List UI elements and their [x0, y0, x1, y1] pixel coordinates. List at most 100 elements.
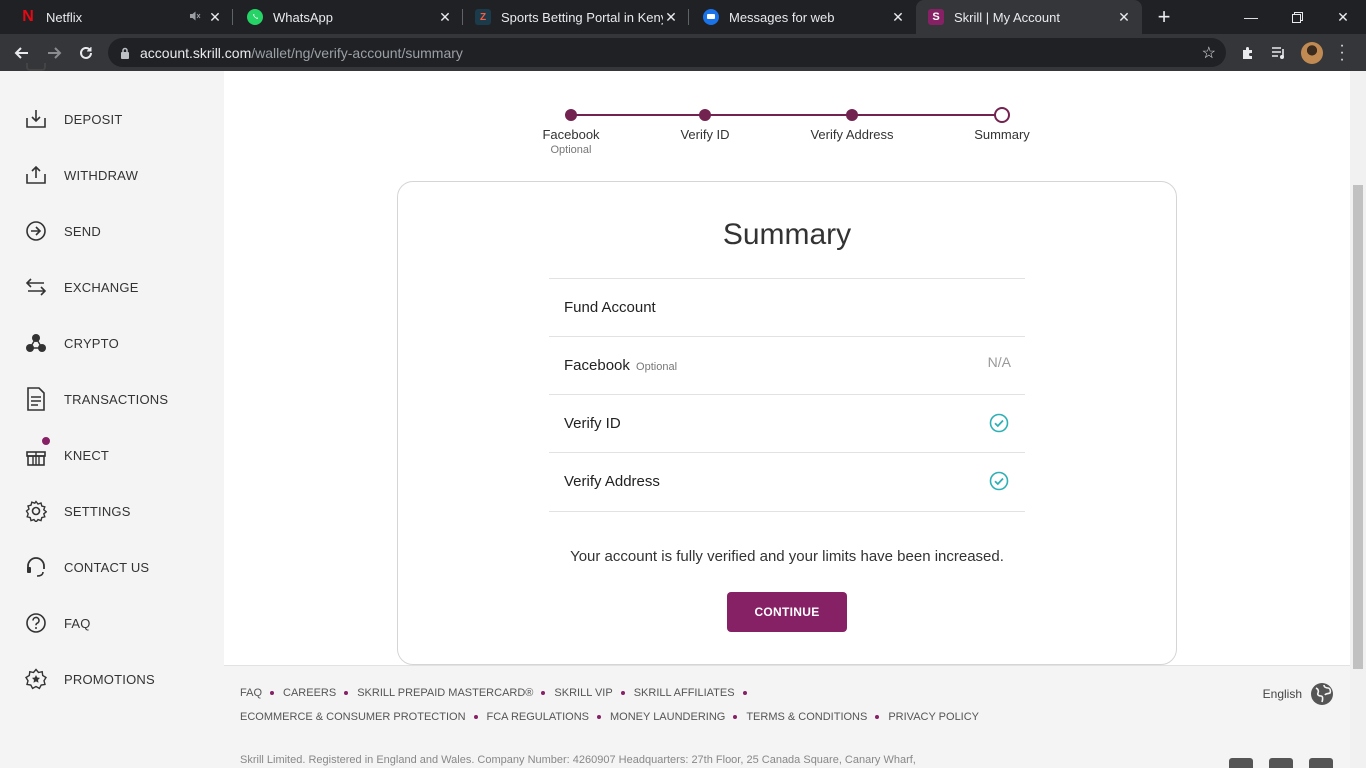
scrollbar-thumb[interactable]	[1353, 185, 1363, 669]
footer-links-row-1: FAQ CAREERS SKRILL PREPAID MASTERCARD® S…	[240, 687, 756, 699]
close-window-button[interactable]: ✕	[1320, 0, 1366, 34]
extensions-puzzle-icon[interactable]	[1236, 41, 1260, 65]
sidebar-item-label: WITHDRAW	[64, 167, 139, 183]
close-tab-icon[interactable]: ✕	[890, 9, 906, 26]
sidebar-item-crypto[interactable]: CRYPTO	[0, 323, 224, 363]
summary-row-fund-account: Fund Account	[549, 278, 1025, 336]
gear-icon	[24, 499, 48, 523]
twitter-icon[interactable]	[1269, 758, 1293, 768]
sidebar-item-label: CONTACT US	[64, 559, 150, 575]
whatsapp-icon	[247, 9, 263, 25]
footer-link-skrill-vip[interactable]: SKRILL VIP	[554, 687, 612, 699]
bookmark-star-icon[interactable]: ☆	[1202, 43, 1216, 63]
footer-link-affiliates[interactable]: SKRILL AFFILIATES	[634, 687, 735, 699]
minimize-button[interactable]: —	[1228, 0, 1274, 34]
footer-link-prepaid-mastercard[interactable]: SKRILL PREPAID MASTERCARD®	[357, 687, 533, 699]
step-label-summary: Summary	[974, 127, 1030, 142]
tab-whatsapp[interactable]: WhatsApp ✕	[233, 0, 463, 34]
deposit-icon	[24, 107, 48, 131]
step-dot-facebook	[565, 109, 577, 121]
summary-row-verify-id: Verify ID	[549, 394, 1025, 452]
sidebar-item-label: PROMOTIONS	[64, 671, 155, 687]
check-circle-icon	[989, 413, 1009, 433]
footer-link-faq[interactable]: FAQ	[240, 687, 262, 699]
footer-links-row-2: ECOMMERCE & CONSUMER PROTECTION FCA REGU…	[240, 711, 987, 723]
step-label-verify-id: Verify ID	[680, 127, 730, 142]
tab-skrill-account[interactable]: S Skrill | My Account ✕	[916, 0, 1142, 34]
sidebar-item-label: DEPOSIT	[64, 111, 123, 127]
exchange-icon	[24, 275, 48, 299]
close-tab-icon[interactable]: ✕	[1116, 9, 1132, 26]
sidebar-item-label: SEND	[64, 223, 101, 239]
sidebar-item-label: TRANSACTIONS	[64, 391, 169, 407]
language-selector[interactable]: English	[1263, 682, 1334, 706]
new-tab-button[interactable]: +	[1152, 6, 1176, 28]
tab-title: Netflix	[46, 9, 83, 25]
profile-avatar[interactable]	[1301, 42, 1323, 64]
footer-link-terms[interactable]: TERMS & CONDITIONS	[746, 711, 867, 723]
sidebar-item-faq[interactable]: FAQ	[0, 603, 224, 643]
continue-button[interactable]: CONTINUE	[727, 592, 847, 632]
step-label-verify-address: Verify Address	[810, 127, 894, 142]
speaker-muted-icon[interactable]	[189, 10, 201, 25]
step-dot-summary	[994, 107, 1010, 123]
footer-link-fca-regulations[interactable]: FCA REGULATIONS	[487, 711, 589, 723]
reload-button[interactable]	[73, 40, 99, 66]
instagram-icon[interactable]	[1309, 758, 1333, 768]
summary-row-verify-address: Verify Address	[549, 452, 1025, 510]
sidebar-item-settings[interactable]: SETTINGS	[0, 491, 224, 531]
check-circle-icon	[989, 471, 1009, 491]
sidebar-item-send[interactable]: SEND	[0, 211, 224, 251]
globe-icon	[1311, 683, 1333, 705]
sidebar-item-deposit[interactable]: DEPOSIT	[0, 99, 224, 139]
withdraw-icon	[24, 163, 48, 187]
row-label-text: Facebook	[564, 357, 630, 374]
verification-message: Your account is fully verified and your …	[570, 548, 1004, 565]
question-icon	[24, 611, 48, 635]
address-bar[interactable]: account.skrill.com/wallet/ng/verify-acco…	[108, 38, 1226, 67]
footer-link-privacy[interactable]: PRIVACY POLICY	[888, 711, 979, 723]
tab-netflix[interactable]: N Netflix ✕	[0, 0, 233, 34]
sidebar-item-label: EXCHANGE	[64, 279, 139, 295]
footer-link-careers[interactable]: CAREERS	[283, 687, 336, 699]
step-dot-verify-address	[846, 109, 858, 121]
facebook-icon[interactable]	[1229, 758, 1253, 768]
tab-title: Sports Betting Portal in Kenya	[501, 9, 663, 25]
tab-title: Messages for web	[729, 9, 835, 25]
headset-icon	[24, 555, 48, 579]
tab-sports-betting[interactable]: Z Sports Betting Portal in Kenya ✕	[463, 0, 689, 34]
step-label-facebook: Facebook	[542, 127, 600, 142]
close-tab-icon[interactable]: ✕	[207, 9, 223, 26]
sidebar-item-label: FAQ	[64, 615, 91, 631]
footer-link-ecommerce-protection[interactable]: ECOMMERCE & CONSUMER PROTECTION	[240, 711, 466, 723]
page-scrollbar[interactable]	[1350, 71, 1366, 768]
tab-title: Skrill | My Account	[954, 9, 1060, 25]
restore-button[interactable]	[1274, 0, 1320, 34]
sidebar-nav: DEPOSIT WITHDRAW SEND EXCHANGE CRYPTO TR…	[0, 63, 224, 768]
sidebar-item-contact-us[interactable]: CONTACT US	[0, 547, 224, 587]
star-badge-icon	[24, 667, 48, 691]
netflix-icon: N	[22, 8, 34, 25]
sidebar-item-promotions[interactable]: PROMOTIONS	[0, 659, 224, 699]
row-label: Facebook Optional	[564, 357, 677, 374]
tab-title: WhatsApp	[273, 9, 333, 25]
sidebar-item-exchange[interactable]: EXCHANGE	[0, 267, 224, 307]
lock-icon[interactable]	[120, 47, 130, 59]
close-tab-icon[interactable]: ✕	[437, 9, 453, 26]
url-text: account.skrill.com/wallet/ng/verify-acco…	[140, 45, 463, 61]
partial-icon	[26, 63, 46, 71]
legal-text: Skrill Limited. Registered in England an…	[240, 754, 916, 766]
sidebar-item-transactions[interactable]: TRANSACTIONS	[0, 379, 224, 419]
summary-row-facebook: Facebook Optional N/A	[549, 336, 1025, 394]
main-content: Facebook Optional Verify ID Verify Addre…	[224, 71, 1350, 768]
footer-link-money-laundering[interactable]: MONEY LAUNDERING	[610, 711, 725, 723]
browser-menu-icon[interactable]: · · ·	[1336, 38, 1348, 68]
language-label: English	[1262, 687, 1302, 701]
divider	[549, 511, 1025, 512]
close-tab-icon[interactable]: ✕	[663, 9, 679, 26]
sidebar-item-knect[interactable]: KNECT	[0, 435, 224, 475]
tab-messages[interactable]: Messages for web ✕	[689, 0, 916, 34]
sidebar-item-withdraw[interactable]: WITHDRAW	[0, 155, 224, 195]
media-control-icon[interactable]	[1267, 41, 1291, 65]
send-icon	[24, 219, 48, 243]
